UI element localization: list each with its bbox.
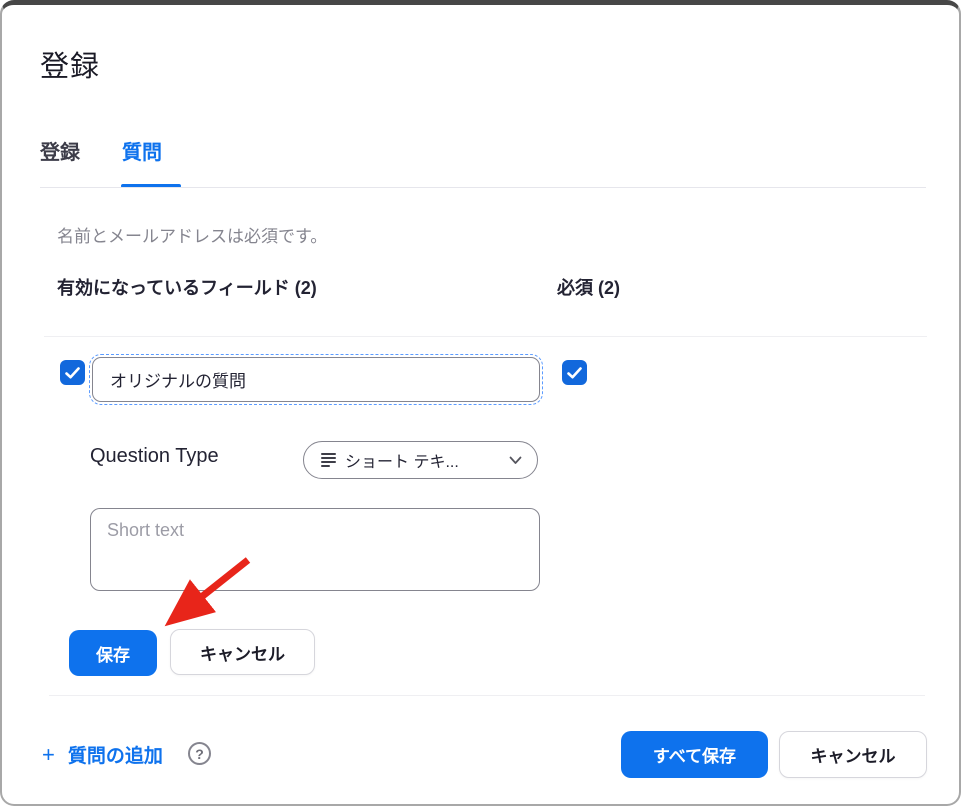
required-checkbox[interactable] (562, 360, 587, 385)
tab-registration[interactable]: 登録 (40, 136, 80, 165)
header-divider (44, 336, 927, 337)
add-question-label: 質問の追加 (68, 741, 163, 768)
footer-divider (49, 695, 925, 696)
short-text-icon (321, 453, 336, 467)
required-fields-note: 名前とメールアドレスは必須です。 (57, 222, 327, 247)
question-mark-glyph: ? (195, 746, 204, 762)
tabs-divider (40, 187, 926, 188)
save-all-button[interactable]: すべて保存 (621, 731, 768, 778)
tab-questions[interactable]: 質問 (122, 136, 162, 165)
add-question-link[interactable]: + 質問の追加 (42, 741, 163, 768)
chevron-down-icon (509, 456, 522, 465)
cancel-all-button[interactable]: キャンセル (779, 731, 927, 778)
question-type-dropdown[interactable]: ショート テキ... (303, 441, 538, 479)
answer-preview-textarea[interactable] (90, 508, 540, 591)
column-header-required: 必須 (2) (557, 274, 620, 300)
question-type-label: Question Type (90, 445, 219, 468)
checkmark-icon (567, 367, 582, 379)
save-button[interactable]: 保存 (69, 630, 157, 676)
registration-dialog: 登録 登録 質問 名前とメールアドレスは必須です。 有効になっているフィールド … (0, 0, 961, 806)
question-type-selected-value: ショート テキ... (345, 448, 500, 472)
plus-icon: + (42, 744, 55, 766)
enabled-checkbox[interactable] (60, 360, 85, 385)
column-header-enabled-fields: 有効になっているフィールド (2) (57, 274, 317, 300)
checkmark-icon (65, 367, 80, 379)
question-title-input[interactable] (92, 357, 540, 402)
cancel-button[interactable]: キャンセル (170, 629, 315, 675)
dialog-title: 登録 (40, 43, 100, 85)
help-icon[interactable]: ? (188, 742, 211, 765)
